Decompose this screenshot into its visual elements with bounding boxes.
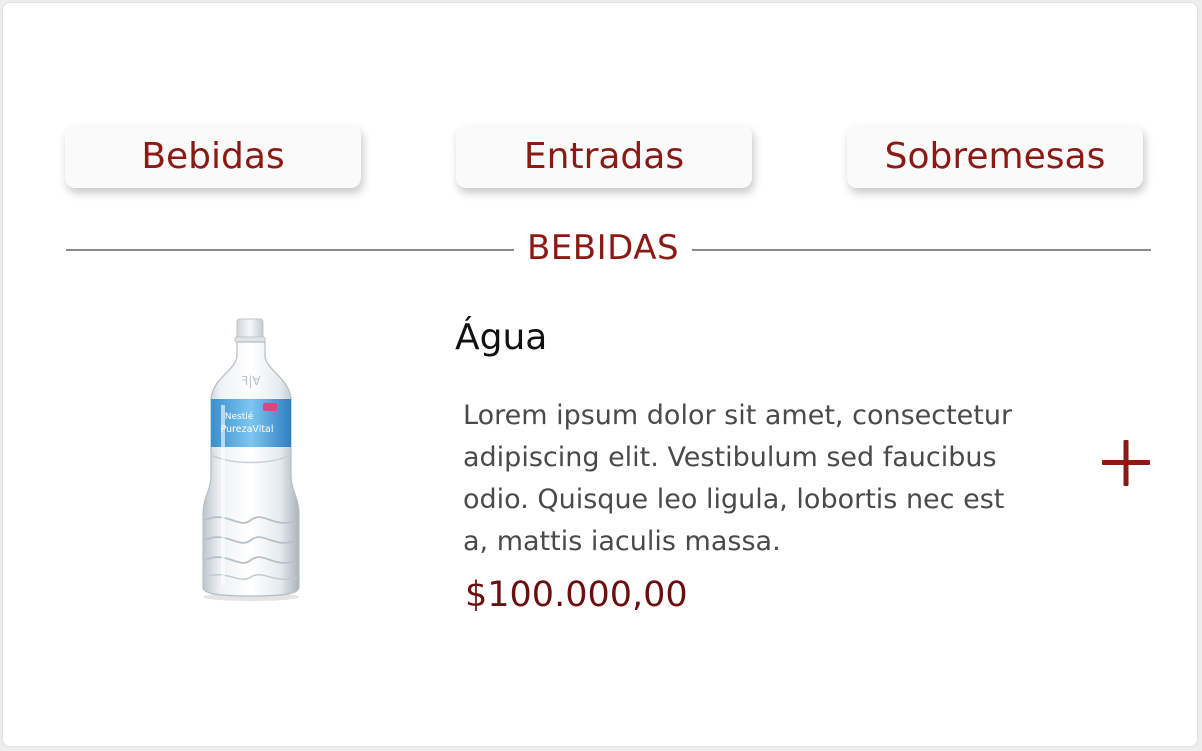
description-line: adipiscing elit. Vestibulum sed faucibus [463,442,997,473]
section-divider-left [66,249,514,251]
tab-sobremesas[interactable]: Sobremesas [847,125,1143,188]
tab-label: Sobremesas [884,136,1106,177]
tab-label: Bebidas [141,136,285,177]
plus-icon [1102,440,1150,486]
product-name: Água [455,317,548,358]
section-title: BEBIDAS [526,228,680,268]
svg-text:Nestlé: Nestlé [225,411,254,422]
water-bottle-icon: ꟻ|∀ Nestlé PurezaVital [193,315,313,601]
svg-text:ꟻ|∀: ꟻ|∀ [241,374,261,388]
description-line: a, mattis iaculis massa. [463,526,781,557]
menu-card: Bebidas Entradas Sobremesas BEBIDAS ꟻ|∀ … [2,2,1198,747]
tab-label: Entradas [523,136,685,177]
tab-bebidas[interactable]: Bebidas [65,125,361,188]
product-description: Lorem ipsum dolor sit amet, consectetur … [463,395,1063,563]
svg-text:PurezaVital: PurezaVital [220,424,273,435]
description-line: Lorem ipsum dolor sit amet, consectetur [463,400,1013,431]
tab-entradas[interactable]: Entradas [456,125,752,188]
section-divider-right [692,249,1151,251]
product-price: $100.000,00 [465,575,688,615]
description-line: odio. Quisque leo ligula, lobortis nec e… [463,484,1005,515]
section-header: BEBIDAS [66,225,1151,275]
add-to-cart-button[interactable] [1100,437,1152,489]
